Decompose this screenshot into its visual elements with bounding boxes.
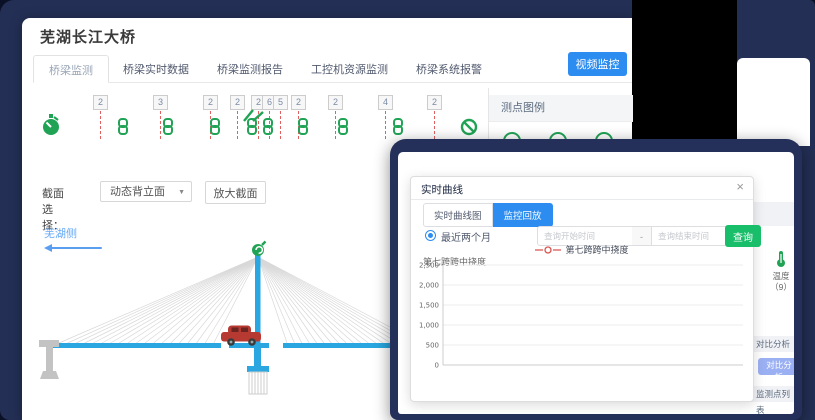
sensor-arm-icon[interactable]	[242, 106, 266, 131]
background-window	[737, 58, 810, 146]
sensor-count-badge[interactable]: 2	[427, 95, 442, 110]
secondary-window: 温度 （9） 对比分析 对比分析 监测点列表 实时曲线 × 实时曲线图监控回放 …	[390, 139, 802, 420]
svg-text:1,500: 1,500	[419, 302, 439, 310]
dialog-tab-group: 实时曲线图监控回放	[423, 203, 553, 227]
background-black-region	[632, 0, 737, 146]
svg-text:2,000: 2,000	[419, 282, 439, 290]
close-icon[interactable]: ×	[736, 180, 744, 194]
sensor-count-badge[interactable]: 2	[203, 95, 218, 110]
svg-text:0: 0	[435, 362, 439, 370]
chain-link-sensor-icon[interactable]	[297, 118, 309, 140]
chain-link-sensor-icon[interactable]	[209, 118, 221, 140]
svg-text:1,000: 1,000	[419, 322, 439, 330]
enlarge-section-button[interactable]: 放大截面	[205, 181, 266, 204]
dialog-header: 实时曲线 ×	[411, 177, 753, 200]
temperature-label: 温度	[764, 271, 794, 282]
sensor-count-badge[interactable]: 4	[378, 95, 393, 110]
svg-text:500: 500	[426, 342, 439, 350]
deflection-chart: 0 500 1,000 1,500 2,000 2,500	[417, 261, 753, 379]
chain-link-sensor-icon[interactable]	[392, 118, 404, 140]
left-abutment	[39, 340, 59, 379]
section-select-value: 动态背立面	[110, 186, 165, 198]
sensor-count-badge[interactable]: 2	[93, 95, 108, 110]
blocked-icon[interactable]	[460, 118, 478, 141]
bridge-deck	[53, 343, 395, 348]
sensor-dashed-line	[280, 111, 281, 139]
sensor-count-badge[interactable]: 2	[291, 95, 306, 110]
stopwatch-icon[interactable]	[40, 113, 62, 142]
center-pier	[247, 348, 269, 394]
section-select-dropdown[interactable]: 动态背立面 ▼	[100, 181, 192, 202]
desktop-background: 芜湖长江大桥 桥梁监测桥梁实时数据桥梁监测报告工控机资源监测桥梁系统报警 视频监…	[0, 0, 815, 420]
chain-link-sensor-icon[interactable]	[162, 118, 174, 140]
dialog-tab-0[interactable]: 实时曲线图	[423, 203, 493, 227]
temperature-count: （9）	[764, 282, 794, 293]
bridge-schematic	[25, 240, 395, 420]
bridge-side-label: 芜湖侧	[44, 225, 77, 241]
compare-analysis-button[interactable]: 对比分析	[758, 358, 794, 375]
recent-two-months-radio[interactable]	[425, 230, 436, 241]
svg-text:2,500: 2,500	[419, 262, 439, 270]
recent-two-months-label: 最近两个月	[441, 229, 491, 244]
temperature-sensor-item[interactable]: 温度 （9）	[764, 250, 794, 293]
chevron-down-icon: ▼	[178, 182, 185, 203]
legend-series-label: 第七跨跨中挠度	[565, 243, 628, 256]
sensor-count-badge[interactable]: 5	[273, 95, 288, 110]
dialog-tab-1[interactable]: 监控回放	[493, 203, 553, 227]
legend-panel-title: 测点图例	[489, 95, 633, 122]
sensor-dashed-line	[434, 111, 435, 139]
pylon-sensor-icon[interactable]	[252, 242, 266, 257]
sensor-count-badge[interactable]: 2	[328, 95, 343, 110]
sensor-dashed-line	[160, 111, 161, 139]
dialog-title: 实时曲线	[421, 182, 463, 197]
chain-link-sensor-icon[interactable]	[117, 118, 129, 140]
secondary-window-content: 温度 （9） 对比分析 对比分析 监测点列表 实时曲线 × 实时曲线图监控回放 …	[398, 152, 794, 414]
sensor-count-badge[interactable]: 3	[153, 95, 168, 110]
sensor-dashed-line	[335, 111, 336, 139]
realtime-curve-dialog: 实时曲线 × 实时曲线图监控回放 最近两个月 - 查询	[410, 176, 754, 402]
sensor-dashed-line	[100, 111, 101, 139]
thermometer-icon	[775, 250, 787, 268]
sensor-dashed-line	[385, 111, 386, 139]
legend-marker-icon	[535, 246, 561, 254]
sensor-dashed-line	[237, 111, 238, 139]
chain-link-sensor-icon[interactable]	[337, 118, 349, 140]
